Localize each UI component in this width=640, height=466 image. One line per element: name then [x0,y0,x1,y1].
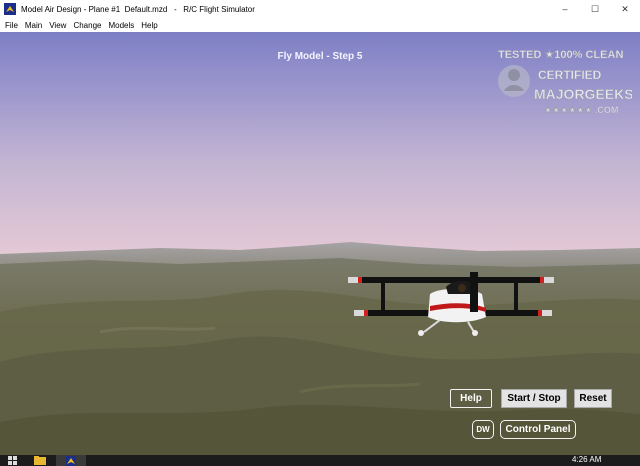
menu-main[interactable]: Main [25,21,42,30]
flight-sim-taskbar-icon[interactable] [56,455,86,466]
menu-help[interactable]: Help [141,21,157,30]
menu-file[interactable]: File [5,21,18,30]
file-explorer-icon[interactable] [30,455,50,466]
maximize-button[interactable]: ☐ [580,0,610,18]
dw-button[interactable]: DW [472,420,494,439]
start-stop-button[interactable]: Start / Stop [501,389,567,408]
clock-time: 4:26 AM [572,455,602,464]
taskbar: 4:26 AM 12 [0,455,640,466]
help-button[interactable]: Help [450,389,492,408]
close-button[interactable]: ✕ [610,0,640,18]
menu-change[interactable]: Change [73,21,101,30]
minimize-button[interactable]: – [550,0,580,18]
control-panel-button[interactable]: Control Panel [500,420,576,439]
start-icon[interactable] [4,455,20,466]
menu-view[interactable]: View [49,21,66,30]
reset-button[interactable]: Reset [574,389,612,408]
window-title: Model Air Design - Plane #1 Default.mzd … [21,4,255,14]
menu-bar: File Main View Change Models Help [0,18,640,32]
flight-viewport[interactable]: Fly Model - Step 5 Help Start / Stop Res… [0,32,640,455]
watermark-line4: ★★★★★★ .COM [544,105,618,115]
watermark-line2: CERTIFIED [538,68,602,82]
certified-watermark: TESTED ★100% CLEAN CERTIFIED MAJORGEEKS … [494,45,634,125]
watermark-line1: TESTED ★100% CLEAN [498,49,623,61]
menu-models[interactable]: Models [108,21,134,30]
title-bar: Model Air Design - Plane #1 Default.mzd … [0,0,640,18]
watermark-line3: MAJORGEEKS [534,86,632,102]
clock[interactable]: 4:26 AM 12 [572,455,601,465]
app-icon [4,3,16,15]
